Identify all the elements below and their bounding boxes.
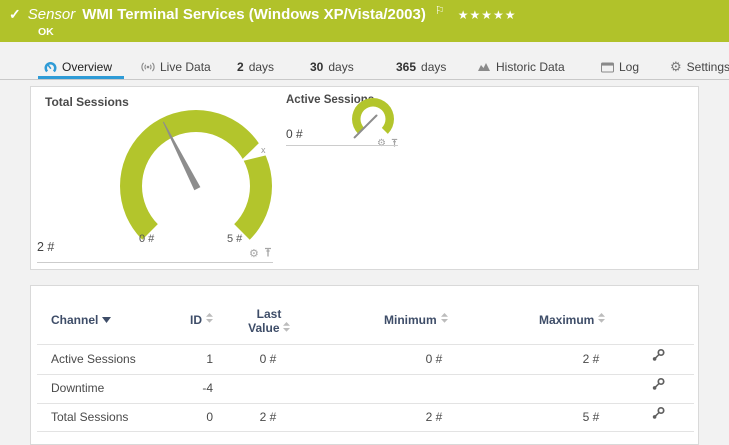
channel-settings-icon[interactable]: [651, 377, 665, 396]
channel-name: Downtime: [51, 381, 104, 395]
tab-365-days[interactable]: 365 days: [396, 55, 446, 79]
channel-id: 1: [141, 352, 213, 366]
total-widget-actions: ⚙: [249, 245, 273, 263]
tab-30-days[interactable]: 30 days: [310, 55, 354, 79]
log-icon: [601, 62, 614, 73]
sensor-status-header: ✓ Sensor WMI Terminal Services (Windows …: [0, 0, 729, 42]
last-value-header-label: Value: [248, 321, 279, 335]
widget-gear-icon[interactable]: ⚙: [377, 139, 386, 149]
channel-minimum: 0 #: [404, 352, 464, 366]
tab-365-days-number: 365: [396, 60, 416, 74]
tab-settings-label: Settings: [687, 60, 729, 74]
total-gauge-max-label: 5 #: [227, 233, 242, 245]
gauge-icon: [44, 61, 57, 74]
historic-chart-icon: [477, 61, 491, 73]
widget-gear-icon[interactable]: ⚙: [249, 249, 259, 260]
minimum-header-label: Minimum: [384, 313, 437, 327]
column-header-last-value[interactable]: Last Value: [236, 307, 302, 335]
sort-icon: [598, 313, 605, 323]
tab-log[interactable]: Log: [601, 55, 639, 79]
sort-icon: [441, 313, 448, 323]
channel-id: 0: [141, 410, 213, 424]
tab-log-label: Log: [619, 60, 639, 74]
last-value-header-line2: Value: [236, 321, 302, 335]
channel-settings-icon[interactable]: [651, 348, 665, 367]
channel-id: -4: [141, 381, 213, 395]
channel-header-label: Channel: [51, 313, 98, 327]
gauge-limit-marker: x: [261, 145, 266, 155]
column-header-channel[interactable]: Channel: [51, 313, 111, 327]
status-badge: OK: [38, 26, 54, 38]
settings-gear-icon: ⚙: [670, 59, 682, 75]
channel-maximum: 5 #: [561, 410, 621, 424]
maximum-header-label: Maximum: [539, 313, 594, 327]
tab-30-days-number: 30: [310, 60, 323, 74]
tab-365-days-unit: days: [421, 60, 446, 74]
widget-pin-icon[interactable]: [390, 135, 399, 153]
object-kind-label: Sensor: [28, 6, 76, 23]
row-divider: [37, 344, 694, 345]
total-widget-divider: [37, 262, 273, 263]
row-divider: [37, 431, 694, 432]
column-header-id[interactable]: ID: [141, 313, 213, 327]
live-data-icon: [141, 61, 155, 73]
id-header-label: ID: [190, 313, 202, 327]
active-tab-indicator: [38, 76, 124, 79]
tab-historic-data-label: Historic Data: [496, 60, 565, 74]
channel-maximum: 2 #: [561, 352, 621, 366]
row-divider: [37, 374, 694, 375]
sort-desc-icon: [102, 317, 111, 323]
prtg-sensor-page: ✓ Sensor WMI Terminal Services (Windows …: [0, 0, 729, 431]
active-widget-divider: [286, 145, 398, 146]
tab-2-days-unit: days: [249, 60, 274, 74]
column-header-minimum[interactable]: Minimum: [384, 313, 448, 327]
tab-settings[interactable]: ⚙ Settings: [670, 55, 729, 79]
widget-pin-icon[interactable]: [263, 245, 273, 263]
sort-icon: [283, 322, 290, 332]
sort-icon: [206, 313, 213, 323]
last-value-header-line1: Last: [236, 307, 302, 321]
total-sessions-current-value: 2 #: [37, 240, 54, 254]
total-gauge-min-label: 0 #: [139, 233, 154, 245]
channel-last-value: 0 #: [238, 352, 298, 366]
tab-live-data-label: Live Data: [160, 60, 211, 74]
tab-2-days-number: 2: [237, 60, 244, 74]
gauges-panel: Total Sessions x 0 # 5 # 2 # ⚙ Active Se…: [30, 86, 699, 270]
channel-minimum: 2 #: [404, 410, 464, 424]
channels-table-panel: Channel ID Last Value Minimum Maximum Ac…: [30, 285, 699, 445]
active-widget-actions: ⚙: [377, 135, 399, 153]
status-ok-check-icon: ✓: [9, 6, 21, 23]
tab-2-days[interactable]: 2 days: [237, 55, 274, 79]
tab-overview-label: Overview: [62, 60, 112, 74]
channel-name: Total Sessions: [51, 410, 128, 424]
tab-bar: Overview Live Data 2 days 30 days 365 da…: [0, 42, 729, 80]
priority-stars[interactable]: ★★★★★: [458, 8, 517, 22]
tab-live-data[interactable]: Live Data: [141, 55, 211, 79]
active-sessions-current-value: 0 #: [286, 127, 303, 141]
channel-last-value: 2 #: [238, 410, 298, 424]
channel-settings-icon[interactable]: [651, 406, 665, 425]
tab-historic-data[interactable]: Historic Data: [477, 55, 565, 79]
row-divider: [37, 403, 694, 404]
sensor-title: WMI Terminal Services (Windows XP/Vista/…: [82, 6, 426, 23]
channel-name: Active Sessions: [51, 352, 136, 366]
tab-30-days-unit: days: [328, 60, 353, 74]
column-header-maximum[interactable]: Maximum: [539, 313, 605, 327]
flag-icon: ⚐: [435, 4, 445, 17]
